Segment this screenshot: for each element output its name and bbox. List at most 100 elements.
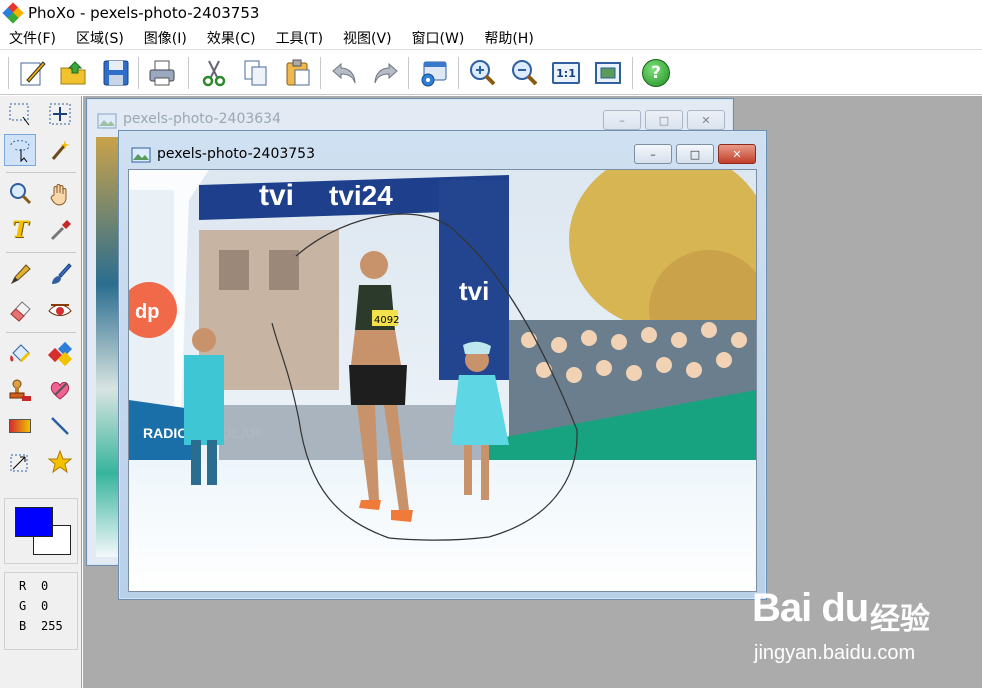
red-eye-icon	[48, 304, 72, 316]
heal-icon	[50, 382, 70, 400]
rect-select-tool[interactable]	[4, 98, 36, 130]
new-button[interactable]	[16, 57, 48, 89]
toolbar-separator	[458, 57, 459, 89]
eraser-tool[interactable]	[4, 294, 36, 326]
zoom-tool[interactable]	[4, 178, 36, 210]
window-title: pexels-photo-2403634	[123, 111, 281, 127]
close-button[interactable]: ✕	[718, 144, 756, 164]
cut-icon	[202, 60, 226, 87]
b-label: B	[19, 619, 27, 633]
minimize-button[interactable]: –	[634, 144, 672, 164]
bib-number: 4092	[374, 315, 399, 326]
lasso-tool[interactable]	[4, 134, 36, 166]
transform-tool[interactable]	[4, 446, 36, 478]
menu-view[interactable]: 视图(V)	[342, 27, 393, 49]
redo-button[interactable]	[370, 57, 402, 89]
zoom-in-icon	[470, 60, 496, 86]
star-tool[interactable]	[44, 446, 76, 478]
eyedropper-icon	[50, 220, 71, 241]
help-button[interactable]: ?	[640, 57, 672, 89]
hand-tool[interactable]	[44, 178, 76, 210]
menu-bar: 文件(F) 区域(S) 图像(I) 效果(C) 工具(T) 视图(V) 窗口(W…	[0, 26, 982, 50]
r-label: R	[19, 579, 27, 593]
heal-tool[interactable]	[44, 374, 76, 406]
main-toolbar: 1:1 ?	[0, 51, 982, 95]
move-tool[interactable]	[44, 98, 76, 130]
toolbox-separator	[6, 252, 76, 253]
restore-button[interactable]: □	[676, 144, 714, 164]
menu-tools[interactable]: 工具(T)	[275, 27, 324, 49]
gradient-icon	[9, 419, 31, 433]
text-tool[interactable]: T	[4, 214, 36, 246]
line-tool[interactable]	[44, 410, 76, 442]
new-icon	[20, 61, 46, 86]
gradient-tool[interactable]	[4, 410, 36, 442]
transform-icon	[10, 454, 28, 472]
r-value: 0	[41, 579, 49, 593]
magic-wand-icon	[51, 140, 70, 160]
window-controls: – □ ✕	[603, 110, 725, 130]
magic-wand-tool[interactable]	[44, 134, 76, 166]
toolbar-separator	[632, 57, 633, 89]
pen-tool[interactable]	[4, 258, 36, 290]
text-icon: T	[11, 217, 29, 243]
undo-button[interactable]	[328, 57, 360, 89]
banner-text-2: tvi24	[329, 180, 393, 211]
close-button[interactable]: ✕	[687, 110, 725, 130]
fill-icon	[10, 344, 31, 363]
open-button[interactable]	[58, 57, 90, 89]
copy-button[interactable]	[240, 57, 272, 89]
star-icon	[47, 449, 73, 474]
toolbar-separator	[320, 57, 321, 89]
menu-file[interactable]: 文件(F)	[8, 27, 57, 49]
g-label: G	[19, 599, 27, 613]
race-photo: tvi tvi24 tvi dp RADIO POPULAR	[129, 170, 756, 591]
g-value: 0	[41, 599, 49, 613]
eyedropper-tool[interactable]	[44, 214, 76, 246]
brush-tool[interactable]	[44, 258, 76, 290]
zoom-out-button[interactable]	[508, 57, 540, 89]
actual-size-button[interactable]: 1:1	[550, 57, 582, 89]
minimize-button[interactable]: –	[603, 110, 641, 130]
color-replace-icon	[47, 341, 73, 367]
stamp-tool[interactable]	[4, 374, 36, 406]
redo-icon	[374, 62, 398, 84]
red-eye-tool[interactable]	[44, 294, 76, 326]
save-icon	[103, 60, 129, 86]
menu-window[interactable]: 窗口(W)	[411, 27, 466, 49]
eraser-icon	[10, 301, 31, 322]
color-replace-tool[interactable]	[44, 338, 76, 370]
hand-icon	[50, 184, 67, 206]
menu-help[interactable]: 帮助(H)	[483, 27, 534, 49]
print-icon	[149, 60, 175, 86]
menu-region[interactable]: 区域(S)	[75, 27, 125, 49]
image-document-icon	[131, 147, 151, 163]
zoom-in-button[interactable]	[466, 57, 498, 89]
screen-capture-button[interactable]	[418, 57, 450, 89]
fill-tool[interactable]	[4, 338, 36, 370]
menu-effects[interactable]: 效果(C)	[206, 27, 257, 49]
open-icon	[60, 61, 86, 85]
restore-button[interactable]: □	[645, 110, 683, 130]
lasso-icon	[10, 140, 30, 163]
fit-window-button[interactable]	[592, 57, 624, 89]
foreground-color-swatch[interactable]	[15, 507, 53, 537]
phoxo-logo-icon	[2, 2, 24, 24]
pen-icon	[10, 264, 31, 285]
toolbar-separator	[408, 57, 409, 89]
b-value: 255	[41, 619, 63, 633]
paste-button[interactable]	[282, 57, 314, 89]
actual-size-icon: 1:1	[552, 62, 580, 84]
app-title: PhoXo - pexels-photo-2403753	[28, 4, 260, 22]
menu-image[interactable]: 图像(I)	[143, 27, 188, 49]
rgb-readout: R0 G0 B 255	[4, 572, 78, 650]
document-window-front[interactable]: pexels-photo-2403753 – □ ✕ tvi tvi24 tvi	[118, 130, 767, 600]
copy-icon	[244, 60, 267, 86]
app-titlebar: PhoXo - pexels-photo-2403753	[0, 0, 982, 26]
print-button[interactable]	[146, 57, 178, 89]
save-button[interactable]	[100, 57, 132, 89]
cut-button[interactable]	[198, 57, 230, 89]
help-icon: ?	[642, 59, 670, 87]
photo-canvas[interactable]: tvi tvi24 tvi dp RADIO POPULAR	[128, 169, 757, 592]
stamp-icon	[9, 379, 31, 401]
